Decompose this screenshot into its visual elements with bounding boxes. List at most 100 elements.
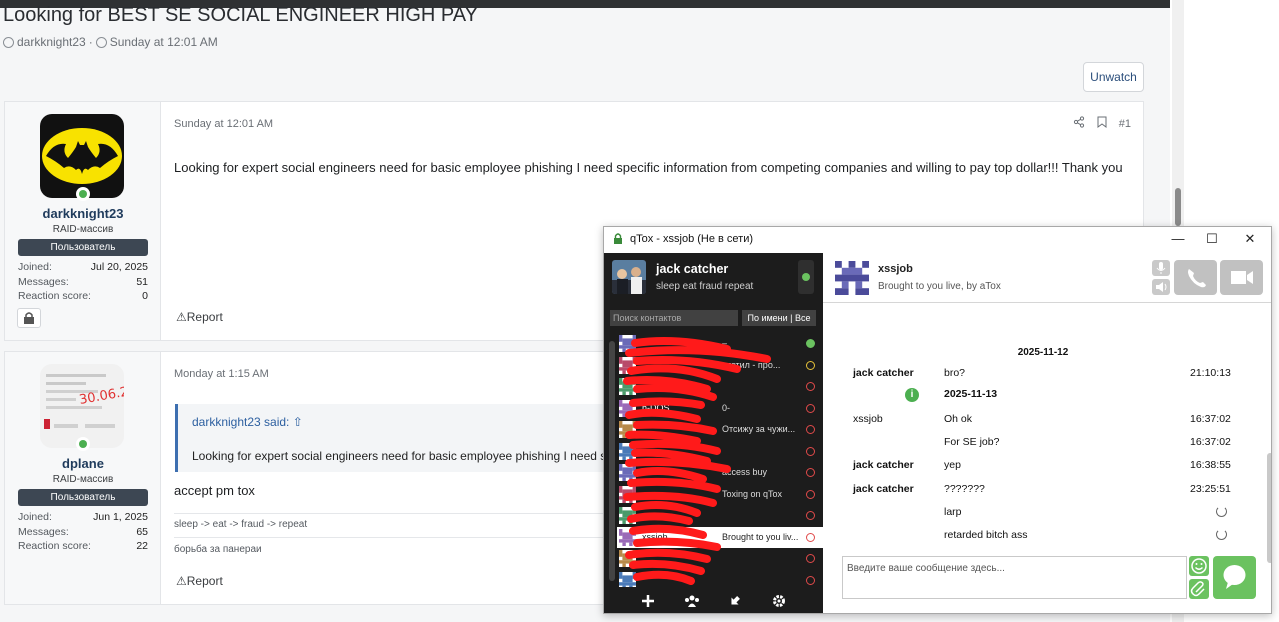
stat-label: Joined: [18,261,52,273]
user-icon [3,36,14,48]
contact-search-input[interactable] [610,310,738,326]
attach-file-icon[interactable] [1189,579,1209,599]
lock-icon [612,232,624,248]
chat-message[interactable]: jack catcher ??????? 23:25:51 [823,483,1253,501]
quote-author[interactable]: darkknight23 said: ⇧ [192,415,303,429]
friend-status-icon [806,489,815,499]
stat-reaction: Reaction score: 22 [18,540,148,555]
friend-status-message: – [722,338,728,348]
contact-search-row: По имени | Все [610,310,816,326]
post-2-date[interactable]: Monday at 1:15 AM [174,368,269,380]
friend-list-item[interactable]: access buy [617,462,823,484]
signature-2: борьба за панераи [174,544,262,555]
friend-list-item[interactable] [617,441,823,463]
peer-identicon-avatar[interactable] [835,261,869,295]
meta-separator: · [88,35,93,49]
chat-message-pending[interactable]: larp [823,506,1253,524]
post-1-username[interactable]: darkknight23 [5,206,161,221]
message-text: retarded bitch ass [944,529,1028,541]
stat-messages: Messages: 51 [18,276,148,291]
emoji-icon[interactable] [1189,556,1209,576]
sort-filter-button[interactable]: По имени | Все [742,310,816,326]
message-author: jack catcher [853,483,914,495]
bookmark-icon[interactable] [1097,116,1107,131]
friend-list-item[interactable] [617,570,823,587]
message-author: jack catcher [853,459,914,471]
friend-status-icon [806,511,815,520]
post-1-user-stats: Joined: Jul 20, 2025 Messages: 51 Reaction… [18,261,148,305]
chat-scrollbar[interactable] [1267,453,1271,563]
transfers-icon[interactable] [726,592,744,610]
post-1-date[interactable]: Sunday at 12:01 AM [174,118,273,130]
unwatch-button[interactable]: Unwatch [1083,62,1144,92]
qtox-window-title: qTox - xssjob (Не в сети) [630,233,754,245]
report-link[interactable]: ⚠Report [176,310,223,324]
status-toggle-button[interactable] [798,260,814,294]
add-friend-icon[interactable] [639,592,657,610]
friend-identicon-avatar [619,356,636,374]
post-2-username[interactable]: dplane [5,456,161,471]
chat-log: 2025-11-12 jack catcher bro? 21:10:13 i … [823,313,1263,575]
message-time: 16:37:02 [1190,413,1231,425]
chat-message-pending[interactable]: retarded bitch ass [823,529,1253,547]
self-name[interactable]: jack catcher [656,262,728,276]
friend-list-item[interactable] [617,376,823,398]
friend-list-item[interactable]: отетил - про... [617,355,823,377]
post-1-user-title: RAID-массив [52,224,114,235]
share-icon[interactable] [1073,116,1085,131]
dplane-avatar[interactable]: 30.06.2025 [40,364,124,448]
minimize-icon[interactable]: — [1170,231,1186,247]
chat-header: xssjob Brought to you live, by aTox [823,253,1271,303]
friend-list-item[interactable]: Отсижу за чужи... [617,419,823,441]
friend-identicon-avatar [619,507,636,524]
friend-identicon-avatar [619,550,636,567]
stat-label: Joined: [18,511,52,523]
report-link[interactable]: ⚠Report [176,574,223,588]
friend-list-item[interactable] [617,548,823,570]
chat-message[interactable]: jack catcher yep 16:38:55 [823,459,1253,477]
post-2-user-stats: Joined: Jun 1, 2025 Messages: 65 Reaction … [18,511,148,555]
friend-status-icon [806,360,815,370]
settings-gear-icon[interactable] [770,592,788,610]
close-icon[interactable]: ✕ [1242,231,1258,247]
message-text: ??????? [944,483,985,495]
report-label: Report [186,310,223,324]
friend-list: – – отетил - про... h-DOS 0- Отсижу за чужи..… [604,333,823,587]
friend-status-icon [806,532,815,542]
friend-identicon-avatar [619,442,636,460]
friend-list-item[interactable]: h-DOS 0- [617,398,823,420]
audio-call-button[interactable] [1174,260,1217,295]
quote-text: Looking for expert social engineers need… [192,449,615,463]
friend-list-item[interactable]: Toxing on qTox [617,484,823,506]
self-status-message[interactable]: sleep eat fraud repeat [656,281,753,292]
page-scrollbar-thumb[interactable] [1175,188,1181,226]
thread-date[interactable]: Sunday at 12:01 AM [110,35,218,49]
chat-message[interactable]: jack catcher bro? 21:10:13 [823,367,1253,385]
clock-icon [95,36,107,48]
microphone-icon[interactable] [1152,260,1170,276]
chat-message[interactable]: For SE job? 16:37:02 [823,436,1253,454]
video-call-button[interactable] [1220,260,1263,295]
self-avatar[interactable] [612,260,646,294]
friend-list-item[interactable] [617,505,823,527]
chat-message[interactable]: xssjob Oh ok 16:37:02 [823,413,1253,431]
send-button[interactable] [1213,556,1256,599]
quote-author-text: darkknight23 said: [192,415,290,429]
post-number-link[interactable]: #1 [1119,118,1131,130]
qtox-titlebar[interactable]: qTox - xssjob (Не в сети) — ☐ ✕ [604,227,1271,251]
group-chat-icon[interactable] [683,592,701,610]
arrow-up-circle-icon[interactable]: ⇧ [293,415,303,429]
friend-identicon-avatar [619,528,636,546]
message-author: jack catcher [853,367,914,379]
online-indicator [76,187,90,201]
batman-avatar[interactable] [40,114,124,198]
thread-author-link[interactable]: darkknight23 [17,35,86,49]
lock-icon[interactable] [17,308,41,328]
friend-list-item[interactable]: – – [617,333,823,355]
self-profile[interactable]: jack catcher sleep eat fraud repeat [604,253,823,303]
speaker-icon[interactable] [1152,279,1170,295]
friend-status-message: 0- [722,402,731,413]
message-input[interactable] [842,556,1187,599]
maximize-icon[interactable]: ☐ [1204,231,1220,247]
friend-list-item[interactable]: xssjob Brought to you liv... [617,526,823,548]
